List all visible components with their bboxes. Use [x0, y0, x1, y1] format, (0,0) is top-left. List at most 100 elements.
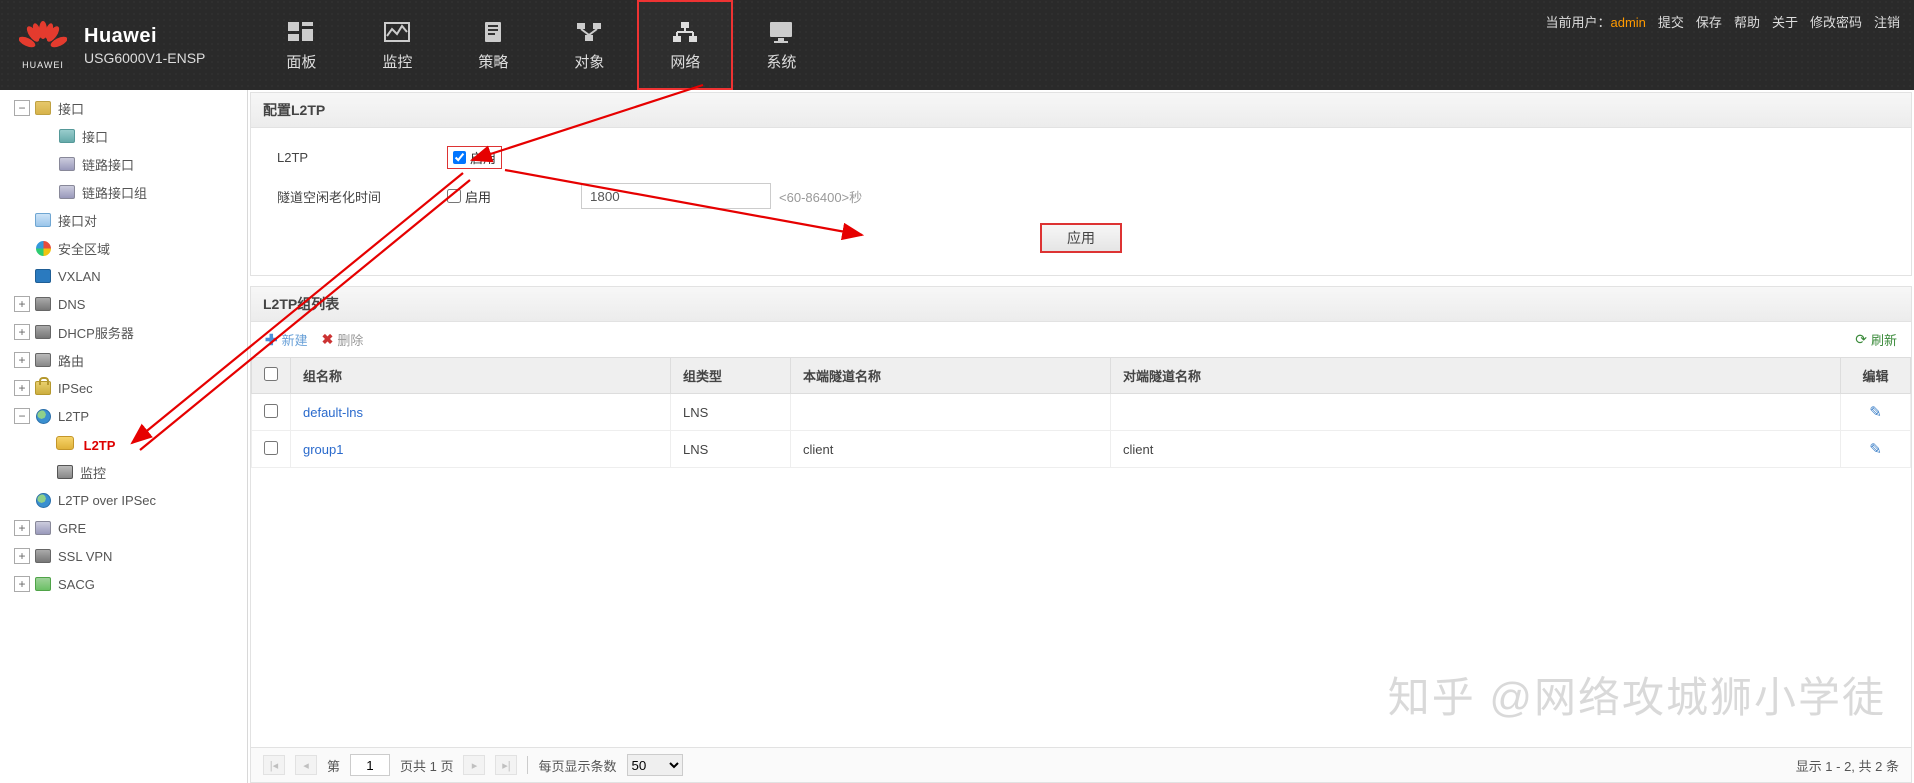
- l2tp-group-list-panel: L2TP组列表 ✚新建 ✖删除 ⟳刷新 组名称 组类型 本端隧道名称 对端隧道名…: [250, 286, 1912, 783]
- sidebar: −接口 接口 链路接口 链路接口组 接口对 安全区域 VXLAN +DNS +D…: [0, 90, 248, 783]
- collapse-icon[interactable]: −: [14, 100, 30, 116]
- select-all-checkbox[interactable]: [264, 367, 278, 381]
- sidebar-item-route[interactable]: +路由: [0, 346, 247, 374]
- next-page-button[interactable]: ▸: [463, 755, 485, 775]
- delete-button[interactable]: ✖删除: [322, 330, 364, 349]
- sidebar-item-sslvpn[interactable]: +SSL VPN: [0, 542, 247, 570]
- col-peer-tunnel[interactable]: 对端隧道名称: [1111, 358, 1841, 394]
- sidebar-item-interface-pair[interactable]: 接口对: [0, 206, 247, 234]
- sidebar-item-l2tp-over-ipsec[interactable]: L2TP over IPSec: [0, 486, 247, 514]
- earth-icon: [36, 409, 51, 424]
- idle-enable-checkbox[interactable]: [447, 189, 461, 203]
- nav-monitor[interactable]: 监控: [349, 0, 445, 90]
- table-row: group1 LNS client client ✎: [252, 431, 1911, 468]
- l2tp-enable-label: 启用: [470, 148, 496, 167]
- new-button[interactable]: ✚新建: [265, 330, 308, 349]
- nav-label: 网络: [670, 51, 700, 72]
- col-group-name[interactable]: 组名称: [291, 358, 671, 394]
- link-save[interactable]: 保存: [1696, 12, 1722, 31]
- sidebar-item-gre[interactable]: +GRE: [0, 514, 247, 542]
- brand-model: USG6000V1-ENSP: [84, 50, 205, 66]
- brand-area: HUAWEI Huawei USG6000V1-ENSP: [0, 20, 223, 70]
- sidebar-item-sacg[interactable]: +SACG: [0, 570, 247, 598]
- collapse-icon[interactable]: −: [14, 408, 30, 424]
- prev-page-button[interactable]: ◂: [295, 755, 317, 775]
- monitor-icon: [57, 465, 73, 479]
- link-about[interactable]: 关于: [1772, 12, 1798, 31]
- group-name-link[interactable]: default-lns: [291, 394, 671, 431]
- expand-icon[interactable]: +: [14, 520, 30, 536]
- link-help[interactable]: 帮助: [1734, 12, 1760, 31]
- sidebar-item-interface-sub[interactable]: 接口: [0, 122, 247, 150]
- group-type-cell: LNS: [671, 394, 791, 431]
- group-name-link[interactable]: group1: [291, 431, 671, 468]
- local-tunnel-cell: [791, 394, 1111, 431]
- sidebar-item-l2tp[interactable]: −L2TP: [0, 402, 247, 430]
- expand-icon[interactable]: +: [14, 296, 30, 312]
- page-size-label: 每页显示条数: [538, 756, 616, 775]
- current-user-label: 当前用户：admin: [1545, 12, 1645, 31]
- expand-icon[interactable]: +: [14, 380, 30, 396]
- link-commit[interactable]: 提交: [1658, 12, 1684, 31]
- col-group-type[interactable]: 组类型: [671, 358, 791, 394]
- sidebar-item-link-interface-group[interactable]: 链路接口组: [0, 178, 247, 206]
- page-total-label: 页共 1 页: [400, 756, 453, 775]
- pager-bar: |◂ ◂ 第 页共 1 页 ▸ ▸| 每页显示条数 50 显示 1 - 2, 共…: [251, 747, 1911, 782]
- expand-icon[interactable]: +: [14, 352, 30, 368]
- page-size-select[interactable]: 50: [627, 754, 683, 776]
- link-icon: [35, 521, 51, 535]
- refresh-button[interactable]: ⟳刷新: [1855, 330, 1897, 349]
- nav-network[interactable]: 网络: [637, 0, 733, 90]
- top-nav: 面板 监控 策略 对象 网络 系统: [253, 0, 829, 90]
- nav-object[interactable]: 对象: [541, 0, 637, 90]
- config-l2tp-panel: 配置L2TP L2TP 启用 隧道空闲老化时间 启用: [250, 92, 1912, 276]
- idle-time-input[interactable]: [581, 183, 771, 209]
- sidebar-item-l2tp-monitor[interactable]: 监控: [0, 458, 247, 486]
- row-checkbox[interactable]: [264, 441, 278, 455]
- l2tp-enable-checkbox-wrap[interactable]: 启用: [447, 146, 502, 169]
- link-icon: [59, 185, 75, 199]
- row-checkbox[interactable]: [264, 404, 278, 418]
- nav-label: 面板: [286, 51, 316, 72]
- sacg-icon: [35, 577, 51, 591]
- sidebar-item-security-zone[interactable]: 安全区域: [0, 234, 247, 262]
- dhcp-icon: [35, 325, 51, 339]
- expand-icon[interactable]: +: [14, 576, 30, 592]
- nav-system[interactable]: 系统: [733, 0, 829, 90]
- vxlan-icon: [35, 269, 51, 283]
- idle-time-field-label: 隧道空闲老化时间: [277, 187, 447, 206]
- page-prefix-label: 第: [327, 756, 340, 775]
- sidebar-item-dns[interactable]: +DNS: [0, 290, 247, 318]
- sidebar-item-ipsec[interactable]: +IPSec: [0, 374, 247, 402]
- nav-label: 监控: [382, 51, 412, 72]
- l2tp-enable-checkbox[interactable]: [453, 151, 466, 164]
- nav-policy[interactable]: 策略: [445, 0, 541, 90]
- sidebar-item-link-interface[interactable]: 链路接口: [0, 150, 247, 178]
- expand-icon[interactable]: +: [14, 324, 30, 340]
- first-page-button[interactable]: |◂: [263, 755, 285, 775]
- dns-icon: [35, 297, 51, 311]
- idle-enable-checkbox-wrap[interactable]: 启用: [447, 187, 491, 206]
- col-local-tunnel[interactable]: 本端隧道名称: [791, 358, 1111, 394]
- main-content: 配置L2TP L2TP 启用 隧道空闲老化时间 启用: [248, 90, 1914, 783]
- config-panel-title: 配置L2TP: [251, 93, 1911, 128]
- apply-button[interactable]: 应用: [1040, 223, 1122, 253]
- pair-icon: [35, 213, 51, 227]
- edit-icon[interactable]: ✎: [1869, 441, 1882, 458]
- peer-tunnel-cell: [1111, 394, 1841, 431]
- edit-icon[interactable]: ✎: [1869, 404, 1882, 421]
- sidebar-item-dhcp[interactable]: +DHCP服务器: [0, 318, 247, 346]
- local-tunnel-cell: client: [791, 431, 1111, 468]
- expand-icon[interactable]: +: [14, 548, 30, 564]
- col-edit[interactable]: 编辑: [1841, 358, 1911, 394]
- sidebar-item-interface[interactable]: −接口: [0, 94, 247, 122]
- link-logout[interactable]: 注销: [1874, 12, 1900, 31]
- last-page-button[interactable]: ▸|: [495, 755, 517, 775]
- nav-dashboard[interactable]: 面板: [253, 0, 349, 90]
- delete-icon: ✖: [322, 331, 334, 348]
- sidebar-item-vxlan[interactable]: VXLAN: [0, 262, 247, 290]
- page-input[interactable]: [350, 754, 390, 776]
- sidebar-item-l2tp-config[interactable]: L2TP: [0, 430, 247, 458]
- link-change-password[interactable]: 修改密码: [1810, 12, 1862, 31]
- nav-label: 策略: [478, 51, 508, 72]
